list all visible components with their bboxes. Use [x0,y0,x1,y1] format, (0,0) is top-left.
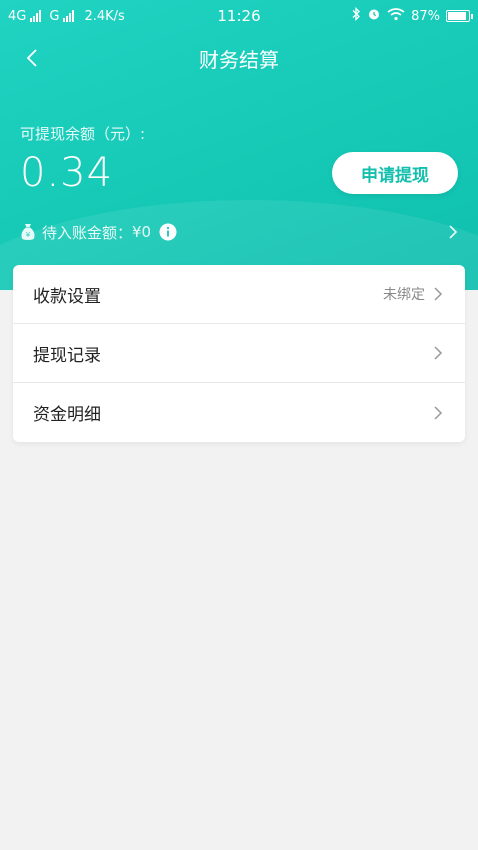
menu-item-fund-details[interactable]: 资金明细 [13,383,465,442]
clock: 11:26 [217,7,261,25]
network-type-1: 4G [8,8,27,24]
signal-icon [30,10,42,22]
chevron-right-icon [448,224,458,240]
binding-status: 未绑定 [383,287,425,303]
pending-label: 待入账金额： [42,223,133,242]
network-speed: 2.4K/s [84,8,125,24]
withdraw-button[interactable]: 申请提现 [332,152,458,194]
battery-icon [446,10,473,22]
nav-bar: 财务结算 [0,40,478,76]
chevron-right-icon [434,287,443,301]
network-type-2: G [49,8,60,24]
chevron-right-icon [434,346,443,360]
menu-item-label: 收款设置 [33,286,101,307]
status-bar: 4G G 2.4K/s 11:26 87% [0,0,478,32]
money-bag-icon: ¥ [20,223,36,241]
wifi-icon [387,7,405,25]
menu-item-label: 提现记录 [33,345,101,366]
balance-label: 可提现余额（元）: [20,125,146,143]
menu-item-label: 资金明细 [33,405,101,425]
info-icon[interactable] [159,223,177,241]
svg-text:¥: ¥ [26,231,31,239]
page-title: 财务结算 [199,48,279,72]
settings-card: 收款设置 未绑定 提现记录 资金明细 [13,265,465,442]
pending-amount-row[interactable]: ¥ 待入账金额： ¥0 [20,218,458,246]
alarm-icon [367,7,381,25]
balance-value: 0.34 [20,150,114,196]
chevron-right-icon [434,405,443,420]
pending-value: ¥0 [132,223,152,241]
menu-item-withdraw-records[interactable]: 提现记录 [13,324,465,383]
header-banner: 4G G 2.4K/s 11:26 87% 财务结算 可提现余额（元）: 0.3… [0,0,478,290]
battery-percent: 87% [411,8,440,24]
signal-icon-2 [63,10,75,22]
bluetooth-icon [351,6,361,25]
menu-item-payment-settings[interactable]: 收款设置 未绑定 [13,265,465,324]
